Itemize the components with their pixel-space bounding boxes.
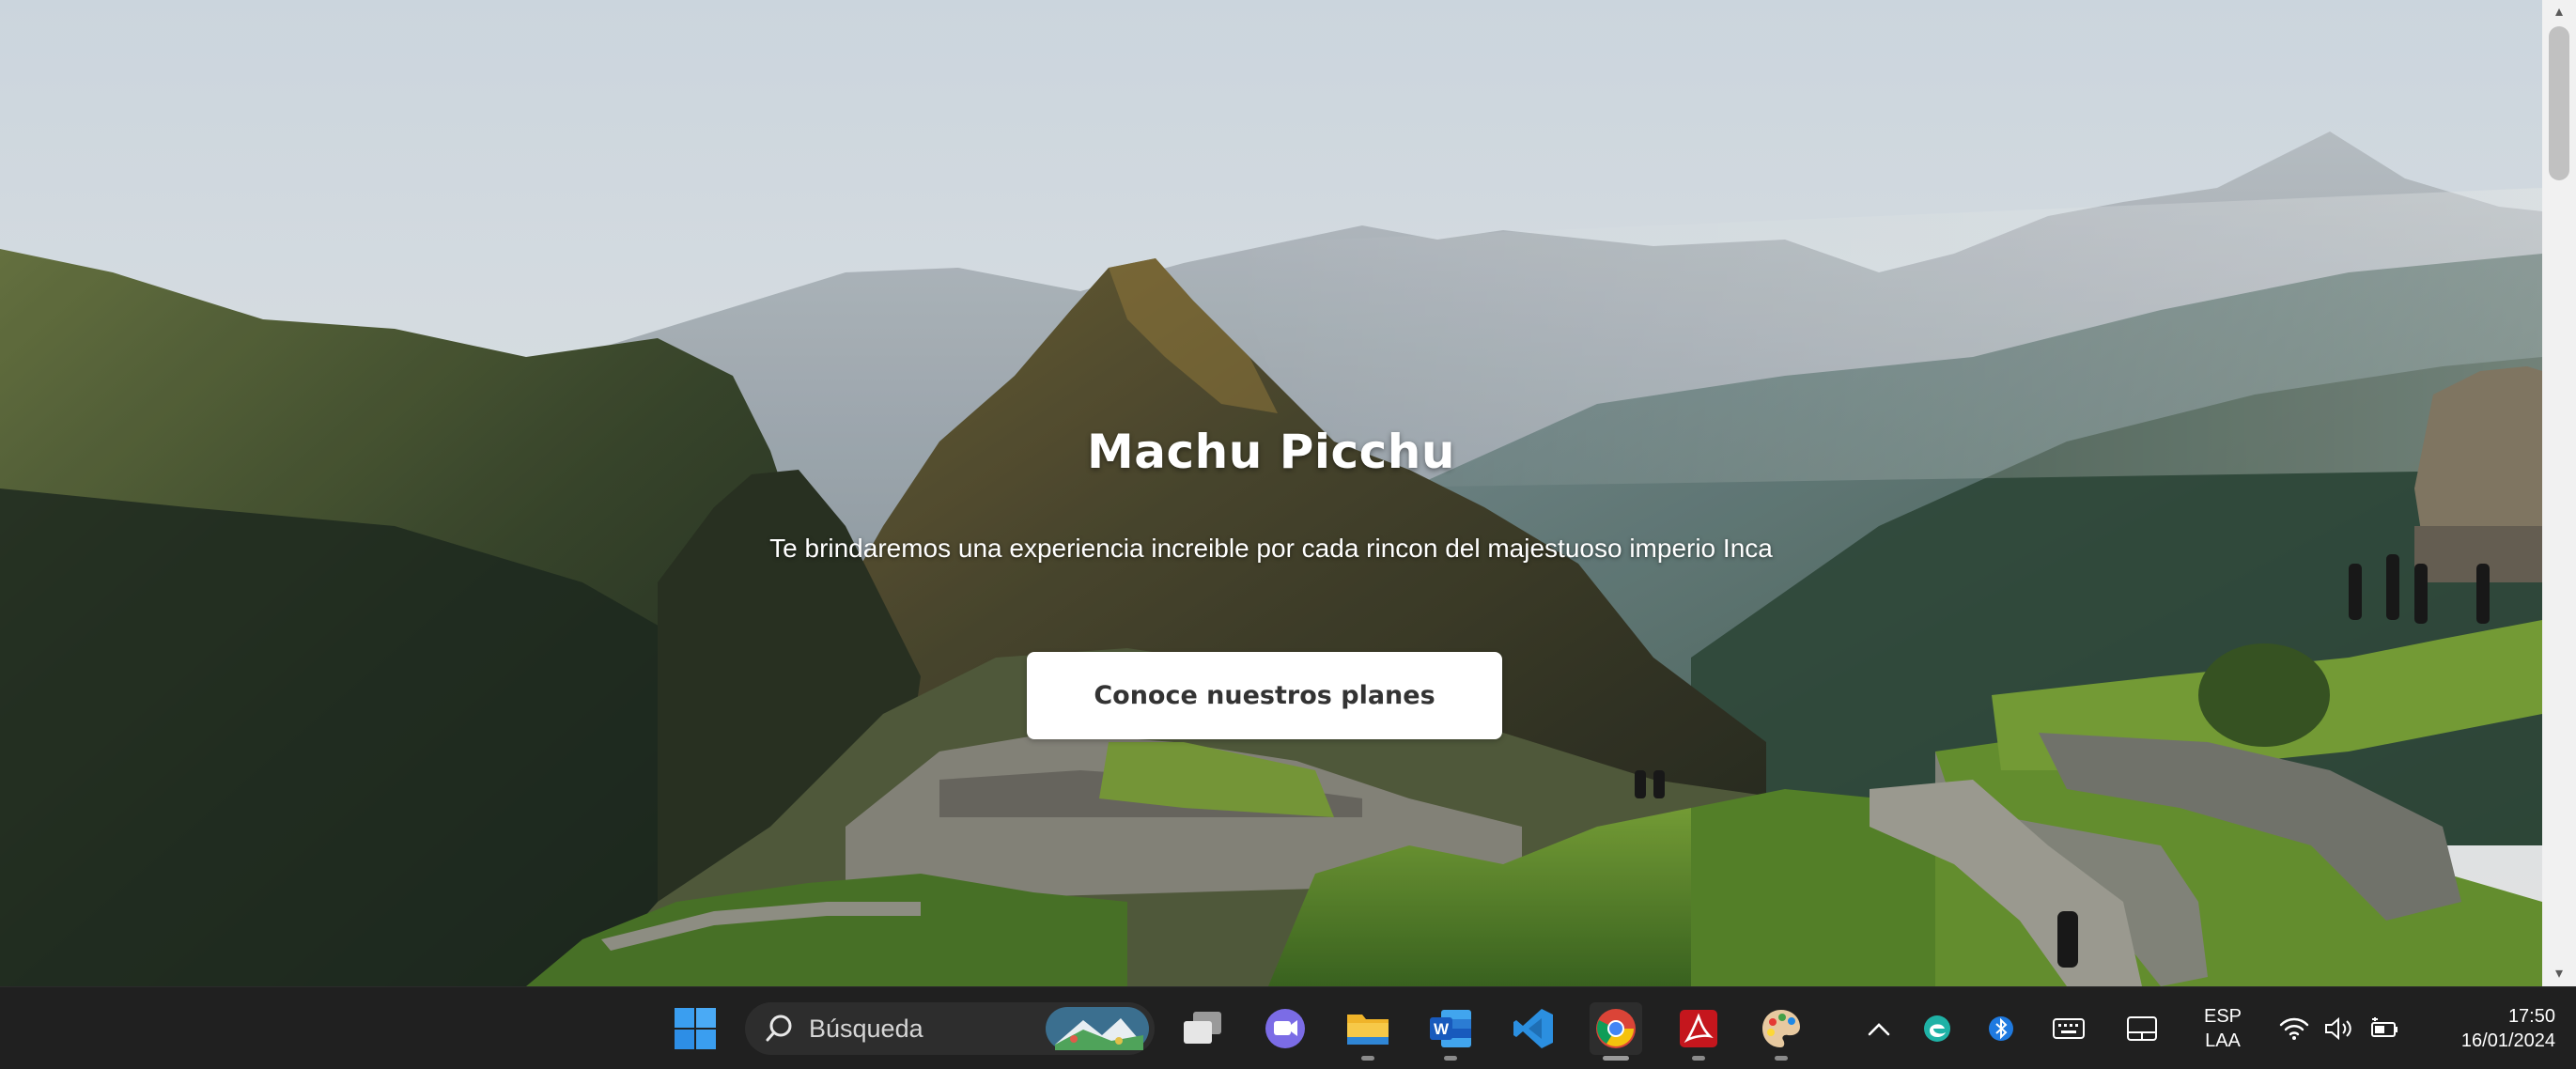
scrollbar-thumb[interactable] (2549, 26, 2569, 180)
chrome-icon (1596, 1009, 1636, 1048)
plans-cta-button[interactable]: Conoce nuestros planes (1027, 652, 1502, 739)
search-highlight-image-icon (1046, 1007, 1149, 1050)
show-hidden-icons-button[interactable] (1858, 1008, 1900, 1049)
touch-keyboard-button[interactable] (2048, 1008, 2089, 1049)
task-view-icon (1184, 1012, 1221, 1044)
vscode-app[interactable] (1507, 1002, 1560, 1055)
hero-subtitle: Te brindaremos una experiencia increible… (769, 534, 1773, 563)
page-scrollbar[interactable]: ▴ ▾ (2542, 0, 2576, 986)
svg-text:W: W (1434, 1020, 1450, 1038)
network-button[interactable] (2273, 1008, 2315, 1049)
chevron-up-icon (1868, 1023, 1890, 1036)
taskbar-search-box[interactable]: Búsqueda (745, 1002, 1155, 1055)
system-clock[interactable]: 17:50 16/01/2024 (2414, 1004, 2555, 1053)
wifi-icon (2279, 1017, 2309, 1040)
clock-time: 17:50 (2507, 1006, 2555, 1027)
active-indicator (1603, 1056, 1629, 1061)
word-icon: W (1430, 1010, 1471, 1047)
scroll-down-arrow-icon[interactable]: ▾ (2542, 962, 2576, 986)
chrome-app[interactable] (1590, 1002, 1642, 1061)
edge-tray-app[interactable] (1916, 1008, 1958, 1049)
battery-charging-icon (2371, 1017, 2398, 1037)
edge-icon (1924, 1015, 1950, 1042)
acrobat-app[interactable] (1672, 1002, 1725, 1061)
acrobat-icon (1680, 1010, 1717, 1047)
touchpad-button[interactable] (2121, 1008, 2163, 1049)
touchpad-icon (2127, 1016, 2157, 1041)
search-icon (766, 1015, 792, 1042)
battery-button[interactable] (2364, 1008, 2405, 1049)
language-code: ESP (2203, 1006, 2242, 1027)
teams-icon (1265, 1009, 1305, 1048)
bluetooth-tray-button[interactable] (1980, 1008, 2022, 1049)
speaker-icon (2325, 1016, 2351, 1041)
task-view-button[interactable] (1176, 1002, 1229, 1055)
running-indicator (1444, 1056, 1457, 1061)
hero-title: Machu Picchu (1087, 425, 1455, 479)
hero-section: Machu Picchu Te brindaremos una experien… (0, 0, 2542, 986)
word-app[interactable]: W (1424, 1002, 1477, 1061)
windows-taskbar: Búsqueda W ESP LAA 17:50 16/01/2024 (0, 986, 2576, 1069)
hero-background-image (0, 0, 2542, 986)
vscode-icon (1513, 1009, 1553, 1048)
keyboard-layout-code: LAA (2205, 1030, 2241, 1051)
running-indicator (1775, 1056, 1788, 1061)
paint-app[interactable] (1755, 1002, 1808, 1061)
file-explorer-app[interactable] (1342, 1002, 1394, 1061)
volume-button[interactable] (2319, 1008, 2360, 1049)
bluetooth-icon (1989, 1016, 2013, 1041)
search-placeholder: Búsqueda (809, 1014, 923, 1043)
windows-logo-icon (675, 1008, 716, 1049)
input-language-indicator[interactable]: ESP LAA (2195, 1004, 2251, 1053)
folder-icon (1347, 1015, 1389, 1045)
running-indicator (1361, 1056, 1374, 1061)
running-indicator (1692, 1056, 1705, 1061)
scroll-up-arrow-icon[interactable]: ▴ (2542, 0, 2576, 24)
teams-app[interactable] (1259, 1002, 1311, 1055)
start-button[interactable] (669, 1002, 722, 1055)
clock-date: 16/01/2024 (2460, 1030, 2555, 1051)
keyboard-icon (2053, 1018, 2085, 1039)
paint-palette-icon (1762, 1010, 1800, 1047)
